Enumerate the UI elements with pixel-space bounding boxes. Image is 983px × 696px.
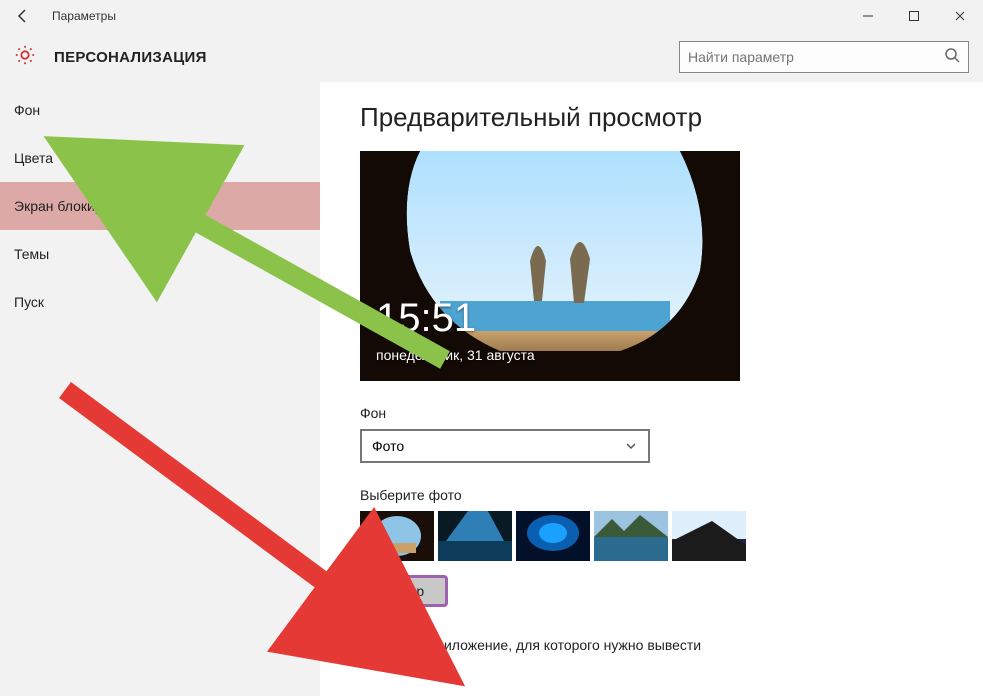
titlebar: Параметры [0,0,983,32]
search-icon [944,47,960,68]
photo-thumb-3[interactable] [516,511,590,561]
sidebar-item-start[interactable]: Пуск [0,278,320,326]
back-button[interactable] [0,0,46,32]
photo-thumb-5[interactable] [672,511,746,561]
photo-thumb-4[interactable] [594,511,668,561]
minimize-icon [862,10,874,22]
dropdown-value: Фото [372,438,624,454]
app-status-text: Выберите приложение, для которого нужно … [360,637,943,653]
section-title: ПЕРСОНАЛИЗАЦИЯ [54,49,207,66]
sidebar-item-themes[interactable]: Темы [0,230,320,278]
browse-button-label: Обзор [384,583,424,599]
sidebar-item-colors[interactable]: Цвета [0,134,320,182]
preview-heading: Предварительный просмотр [360,102,943,133]
photo-thumb-2[interactable] [438,511,512,561]
sidebar-item-label: Пуск [14,294,44,310]
maximize-icon [908,10,920,22]
window-title: Параметры [52,9,116,23]
sidebar-item-label: Цвета [14,150,53,166]
sidebar-item-lockscreen[interactable]: Экран блокировки [0,182,320,230]
sidebar-item-label: Экран блокировки [14,198,132,214]
section-header: ПЕРСОНАЛИЗАЦИЯ [0,32,983,82]
close-button[interactable] [937,0,983,32]
browse-button[interactable]: Обзор [360,575,448,607]
sidebar-item-label: Темы [14,246,49,262]
preview-date: понедельник, 31 августа [376,347,535,363]
preview-clock: 15:51 [376,296,476,341]
close-icon [954,10,966,22]
maximize-button[interactable] [891,0,937,32]
choose-photo-label: Выберите фото [360,487,943,503]
minimize-button[interactable] [845,0,891,32]
arrow-left-icon [15,8,31,24]
photo-thumbnails [360,511,943,561]
search-box[interactable] [679,41,969,73]
chevron-down-icon [624,439,638,453]
background-label: Фон [360,405,943,421]
sidebar-item-background[interactable]: Фон [0,86,320,134]
background-dropdown[interactable]: Фото [360,429,650,463]
gear-icon [14,44,36,71]
photo-thumb-1[interactable] [360,511,434,561]
sidebar-item-label: Фон [14,102,40,118]
sidebar: Фон Цвета Экран блокировки Темы Пуск [0,82,320,696]
content-pane: Предварительный просмотр [320,82,983,696]
search-input[interactable] [688,49,944,65]
lockscreen-preview: 15:51 понедельник, 31 августа [360,151,740,381]
